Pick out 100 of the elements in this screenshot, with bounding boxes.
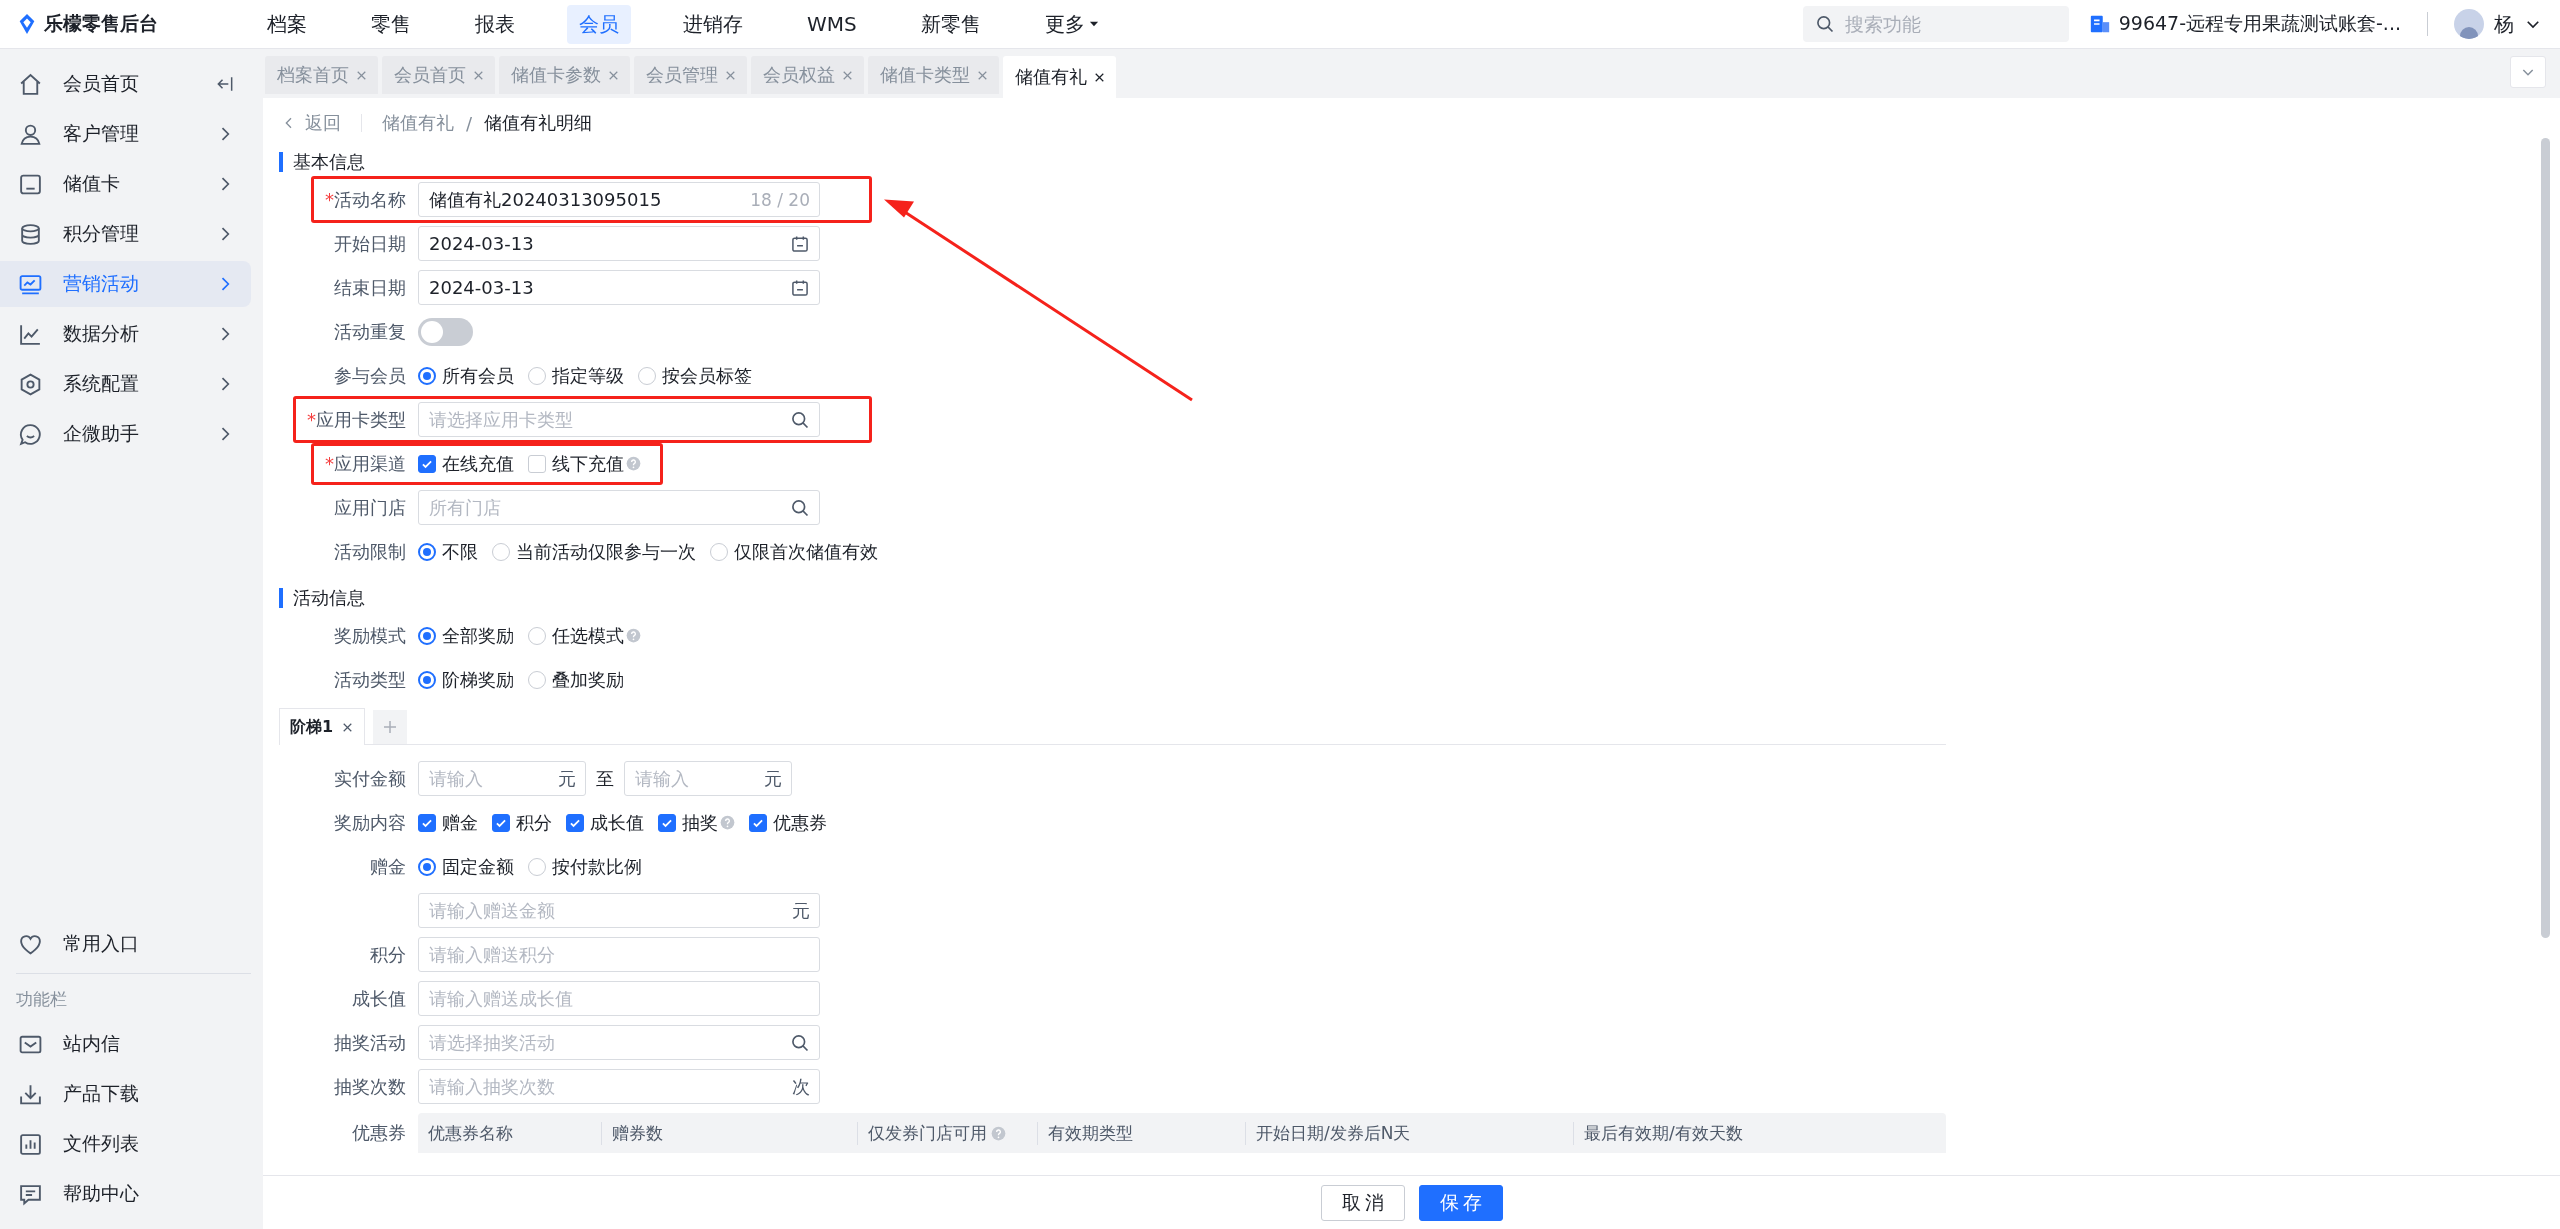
- sidebar-item[interactable]: 系统配置: [0, 361, 251, 407]
- field-label: *应用渠道: [325, 452, 406, 474]
- input-field[interactable]: 所有门店: [418, 490, 820, 525]
- sidebar-item[interactable]: 营销活动: [0, 261, 251, 307]
- sidebar-item[interactable]: 储值卡: [0, 161, 251, 207]
- sidebar-item[interactable]: 数据分析: [0, 311, 251, 357]
- database-icon: [18, 221, 43, 247]
- search-field[interactable]: 搜索功能: [1802, 6, 2069, 42]
- nav-item[interactable]: 报表: [463, 4, 527, 44]
- settings-icon: [18, 371, 43, 397]
- radio-option[interactable]: 指定等级: [528, 363, 624, 388]
- checkbox-option[interactable]: 优惠券: [749, 810, 827, 835]
- sidebar-item[interactable]: 常用入口: [0, 921, 251, 967]
- input-field[interactable]: 请输入赠送成长值: [418, 981, 820, 1016]
- radio-option[interactable]: 不限: [418, 539, 478, 564]
- field-label: *活动名称: [325, 188, 406, 210]
- column-header: 有效期类型: [1048, 1121, 1133, 1145]
- sidebar-item[interactable]: 产品下载: [0, 1071, 251, 1117]
- field-label: 结束日期: [334, 276, 406, 298]
- section-title: 活动信息: [293, 586, 365, 610]
- building-icon: [2088, 13, 2111, 35]
- field-label: 活动重复: [334, 320, 406, 342]
- field-label: 奖励模式: [334, 624, 406, 646]
- radio-option[interactable]: 当前活动仅限参与一次: [492, 539, 696, 564]
- field-label: 参与会员: [334, 364, 406, 386]
- user-menu[interactable]: 杨: [2454, 9, 2542, 39]
- radio-option[interactable]: 所有会员: [418, 363, 514, 388]
- checkbox-option[interactable]: 在线充值: [418, 451, 514, 476]
- chat-icon: [18, 421, 43, 447]
- field-label: 抽奖次数: [334, 1075, 406, 1097]
- column-header: 赠券数: [612, 1121, 663, 1145]
- field-label: 活动类型: [334, 668, 406, 690]
- input-field[interactable]: 2024-03-13: [418, 226, 820, 261]
- bar-chart-icon: [18, 1131, 43, 1157]
- radio-option[interactable]: 叠加奖励: [528, 667, 624, 692]
- help-icon[interactable]: [626, 456, 641, 471]
- sidebar-item[interactable]: 企微助手: [0, 411, 251, 457]
- tier-tab[interactable]: 阶梯1: [279, 708, 366, 745]
- radio-option[interactable]: 按付款比例: [528, 854, 642, 879]
- checkbox-option[interactable]: 抽奖: [658, 810, 718, 835]
- radio-option[interactable]: 仅限首次储值有效: [710, 539, 878, 564]
- sidebar-item[interactable]: 文件列表: [0, 1121, 251, 1167]
- search-icon[interactable]: [790, 409, 810, 430]
- field-label: *应用卡类型: [307, 408, 406, 430]
- nav-item[interactable]: 更多: [1032, 4, 1113, 44]
- page-tab[interactable]: 储值有礼: [1003, 56, 1116, 98]
- save-button[interactable]: 保存: [1418, 1184, 1503, 1221]
- help-icon[interactable]: [626, 628, 641, 643]
- search-icon[interactable]: [790, 497, 810, 518]
- toggle-switch[interactable]: [418, 317, 473, 346]
- nav-item[interactable]: 档案: [255, 4, 319, 44]
- column-header: 开始日期/发券后N天: [1256, 1121, 1411, 1145]
- account-link[interactable]: 99647-远程专用果蔬测试账套-...: [2088, 11, 2401, 37]
- sidebar-item[interactable]: 积分管理: [0, 211, 251, 257]
- field-label: 成长值: [352, 987, 406, 1009]
- help-icon[interactable]: [720, 815, 735, 830]
- sidebar-item[interactable]: 帮助中心: [0, 1171, 251, 1217]
- help-icon[interactable]: [991, 1125, 1006, 1141]
- radio-option[interactable]: 全部奖励: [418, 623, 514, 648]
- unit-label: 元: [764, 766, 782, 791]
- field-label: 开始日期: [334, 232, 406, 254]
- field-label: 活动限制: [334, 540, 406, 562]
- page-title: 储值有礼明细: [484, 111, 593, 135]
- field-label: 赠金: [370, 855, 406, 877]
- input-field[interactable]: 请选择应用卡类型: [418, 402, 820, 437]
- input-field[interactable]: 请输入赠送积分: [418, 937, 820, 972]
- nav-item[interactable]: WMS: [795, 6, 869, 42]
- nav-item[interactable]: 会员: [567, 4, 631, 44]
- input-field[interactable]: 请选择抽奖活动: [418, 1025, 820, 1060]
- sidebar-item[interactable]: 站内信: [0, 1021, 251, 1067]
- radio-option[interactable]: 阶梯奖励: [418, 667, 514, 692]
- checkbox-option[interactable]: 线下充值: [528, 451, 624, 476]
- unit-label: 次: [792, 1074, 810, 1099]
- sidebar-item[interactable]: 客户管理: [0, 111, 251, 157]
- home-icon: [18, 71, 43, 97]
- section-title: 功能栏: [15, 988, 68, 1011]
- sidebar-item[interactable]: 会员首页: [0, 61, 251, 107]
- field-label: 实付金额: [334, 767, 406, 789]
- range-separator: 至: [596, 766, 614, 791]
- radio-option[interactable]: 按会员标签: [638, 363, 752, 388]
- nav-item[interactable]: 新零售: [908, 4, 993, 44]
- checkbox-option[interactable]: 赠金: [418, 810, 478, 835]
- search-icon[interactable]: [790, 1032, 810, 1053]
- radio-option[interactable]: 任选模式: [528, 623, 624, 648]
- radio-option[interactable]: 固定金额: [418, 854, 514, 879]
- unit-label: 元: [558, 766, 576, 791]
- field-label: 积分: [370, 943, 406, 965]
- section-title: 基本信息: [293, 150, 365, 174]
- nav-item[interactable]: 零售: [359, 4, 423, 44]
- checkbox-option[interactable]: 成长值: [566, 810, 644, 835]
- column-header: 最后有效期/有效天数: [1584, 1121, 1743, 1145]
- char-counter: 18 / 20: [750, 189, 810, 210]
- nav-item[interactable]: 进销存: [671, 4, 755, 44]
- cancel-button[interactable]: 取消: [1320, 1184, 1405, 1221]
- breadcrumb-separator: /: [466, 112, 473, 134]
- scrollbar[interactable]: [2541, 138, 2550, 938]
- collapse-icon[interactable]: [215, 74, 235, 94]
- checkbox-option[interactable]: 积分: [492, 810, 552, 835]
- input-field[interactable]: 2024-03-13: [418, 270, 820, 305]
- add-tier-button[interactable]: [373, 710, 408, 744]
